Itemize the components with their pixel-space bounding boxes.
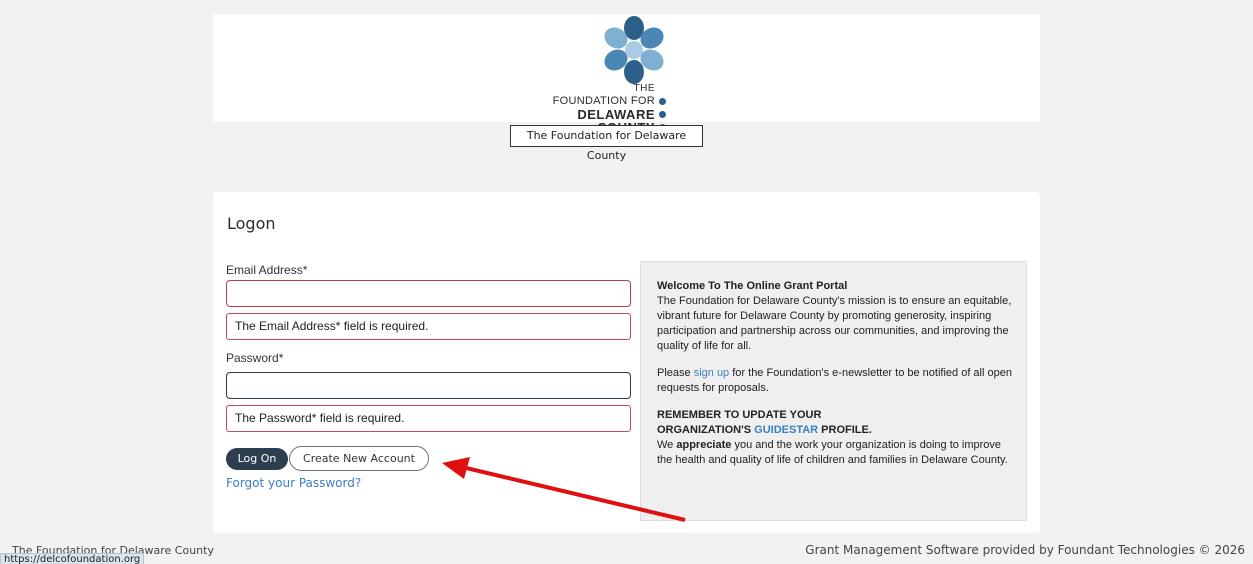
email-error-message: The Email Address* field is required. <box>226 313 631 340</box>
welcome-info-panel: Welcome To The Online Grant Portal The F… <box>640 261 1027 521</box>
appreciate-text: We appreciate you and the work your orga… <box>657 438 1016 468</box>
dot-icon <box>659 111 666 118</box>
foundation-logo: THE FOUNDATION FOR DELAWARE COUNTY <box>500 14 700 134</box>
create-new-account-button[interactable]: Create New Account <box>289 446 429 471</box>
password-label: Password* <box>226 351 284 365</box>
status-bar-url: https://delcofoundation.org <box>0 553 145 564</box>
email-field[interactable] <box>226 280 631 307</box>
dot-icon <box>659 98 666 105</box>
newsletter-text-pre: Please <box>657 367 694 379</box>
guidestar-link[interactable]: GUIDESTAR <box>754 424 818 436</box>
footer: The Foundation for Delaware County Grant… <box>0 540 1253 564</box>
appreciate-pre: We <box>657 439 677 451</box>
page-title: Logon <box>227 214 276 233</box>
email-label: Email Address* <box>226 263 308 277</box>
remember-heading-line1: REMEMBER TO UPDATE YOUR <box>657 409 822 421</box>
newsletter-text: Please sign up for the Foundation's e-ne… <box>657 366 1016 396</box>
remember-line2-pre: ORGANIZATION'S <box>657 424 755 436</box>
forgot-password-link[interactable]: Forgot your Password? <box>226 476 361 490</box>
sign-up-link[interactable]: sign up <box>694 367 729 379</box>
welcome-heading: Welcome To The Online Grant Portal <box>657 280 848 292</box>
log-on-button[interactable]: Log On <box>226 448 288 470</box>
appreciate-bold: appreciate <box>676 439 732 451</box>
password-error-message: The Password* field is required. <box>226 405 631 432</box>
password-field[interactable] <box>226 372 631 399</box>
logo-line-the: THE <box>633 83 655 94</box>
red-arrow-annotation <box>442 457 686 522</box>
logo-caption: The Foundation for Delaware County <box>510 125 703 162</box>
footer-credit: Grant Management Software provided by Fo… <box>805 543 1245 557</box>
foundation-logo-icon <box>604 16 664 84</box>
remember-line2-post: PROFILE. <box>818 424 872 436</box>
mission-text: The Foundation for Delaware County's mis… <box>657 295 1012 352</box>
remember-heading-line2: ORGANIZATION'S GUIDESTAR PROFILE. <box>657 423 1016 438</box>
